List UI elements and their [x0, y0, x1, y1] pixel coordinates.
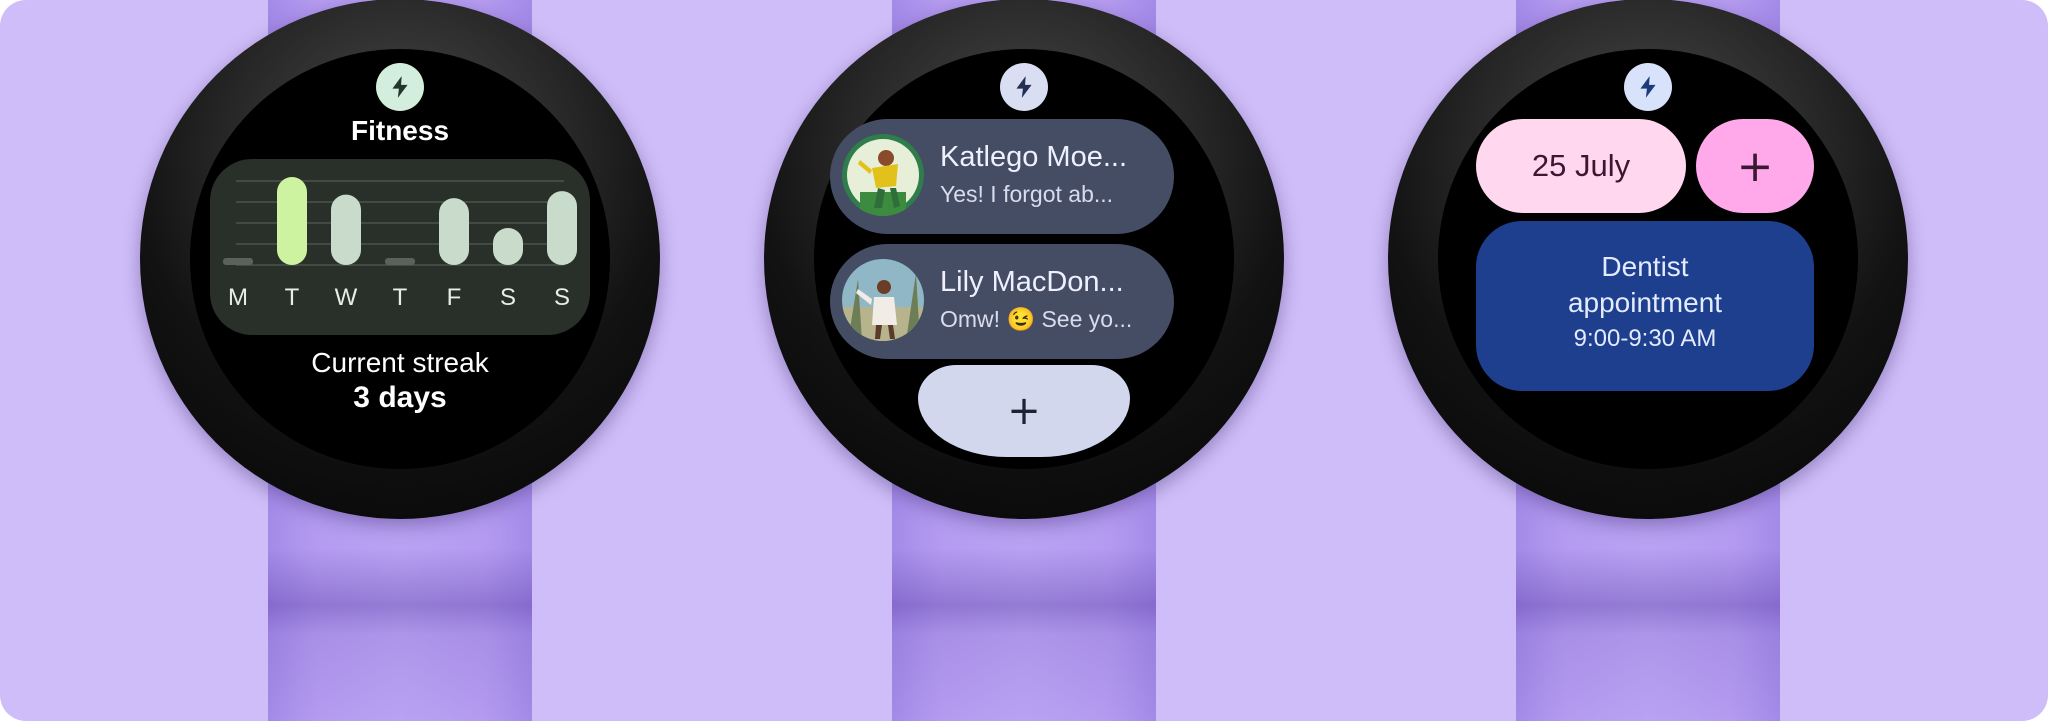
watch-messaging: Katlego Moe... Yes! I forgot ab... Lily …	[764, 0, 1284, 721]
contact-chip[interactable]: Katlego Moe... Yes! I forgot ab...	[830, 119, 1174, 234]
contact-name: Katlego Moe...	[940, 141, 1127, 173]
watch-calendar: 25 July + Dentist appointment 9:00-9:30 …	[1388, 0, 1908, 721]
day-label: T	[393, 284, 408, 311]
add-contact-button[interactable]: +	[918, 365, 1130, 457]
message-preview: Omw! 😉 See yo...	[940, 306, 1133, 332]
contact-chip[interactable]: Lily MacDon... Omw! 😉 See yo...	[830, 244, 1174, 359]
lightning-bolt-icon	[1000, 63, 1048, 111]
contact-name: Lily MacDon...	[940, 266, 1124, 298]
bar-6	[547, 191, 577, 265]
add-event-button[interactable]: +	[1696, 119, 1814, 213]
bar-chart-svg: MTWTFSS	[223, 177, 577, 311]
lightning-bolt-icon	[376, 63, 424, 111]
tile-title: Fitness	[350, 115, 450, 146]
date-button[interactable]: 25 July	[1476, 119, 1686, 213]
watch-bezel: Fitness M T W T F S S Current streak 3 days	[140, 0, 660, 519]
canvas: Fitness M T W T F S S Current streak 3 days Ka…	[0, 0, 2048, 721]
day-label: T	[285, 284, 300, 311]
event-time: 9:00-9:30 AM	[1573, 325, 1717, 352]
watch-fitness: Fitness M T W T F S S Current streak 3 days	[140, 0, 660, 721]
day-label: F	[447, 284, 462, 311]
weekly-activity-chart: MTWTFSS	[210, 159, 590, 335]
day-label: M	[228, 284, 248, 311]
lightning-bolt-icon	[1624, 63, 1672, 111]
avatar	[842, 134, 924, 216]
watch-bezel: 25 July + Dentist appointment 9:00-9:30 …	[1388, 0, 1908, 519]
fitness-tile[interactable]: Fitness M T W T F S S Current streak 3 days	[190, 49, 610, 469]
message-preview: Yes! I forgot ab...	[940, 181, 1114, 207]
event-card[interactable]: Dentist appointment 9:00-9:30 AM	[1476, 221, 1814, 391]
bar-5	[493, 228, 523, 265]
day-label: S	[554, 284, 570, 311]
streak-label: Current streak	[311, 347, 489, 378]
calendar-tile[interactable]: 25 July + Dentist appointment 9:00-9:30 …	[1438, 49, 1858, 469]
streak-value: 3 days	[353, 381, 447, 414]
event-title: Dentist appointment	[1567, 251, 1723, 318]
day-label: S	[500, 284, 516, 311]
bar-1	[277, 177, 307, 265]
day-label: W	[335, 284, 358, 311]
bar-4	[439, 198, 469, 265]
bar-3	[385, 258, 415, 265]
watch-bezel: Katlego Moe... Yes! I forgot ab... Lily …	[764, 0, 1284, 519]
avatar	[842, 259, 924, 341]
messaging-tile[interactable]: Katlego Moe... Yes! I forgot ab... Lily …	[814, 49, 1234, 469]
bar-2	[331, 194, 361, 265]
bar-0	[223, 258, 253, 265]
